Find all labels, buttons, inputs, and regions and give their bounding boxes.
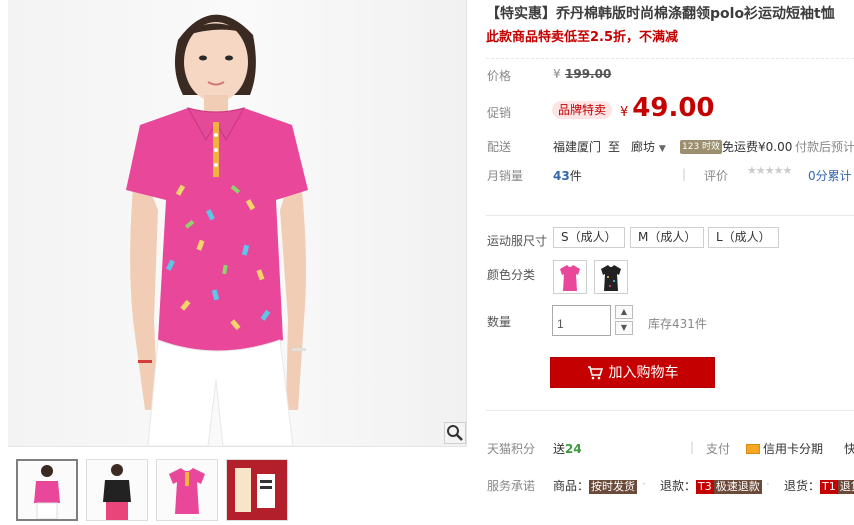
add-to-cart-button[interactable]: 加入购物车 xyxy=(550,357,715,388)
points-value: 24 xyxy=(565,442,582,456)
service-separator-2: · xyxy=(766,477,770,491)
payment-label: 支付 xyxy=(706,442,731,456)
service-refund-prefix: 退款： xyxy=(660,479,697,493)
size-option-l[interactable]: L（成人） xyxy=(708,227,779,248)
points-info: 送24 xyxy=(553,440,582,457)
payment-more: 快 xyxy=(844,442,854,456)
price-currency: ¥ xyxy=(553,67,561,81)
service-item-refund[interactable]: 退款： T3 极速退款 xyxy=(660,477,762,494)
add-to-cart-label: 加入购物车 xyxy=(608,365,679,381)
product-title: 【特实惠】乔丹棉韩版时尚棉涤翻领polo衫运动短袖t恤 xyxy=(486,6,835,22)
service-goods-tag: 按时发货 xyxy=(589,480,638,494)
service-refund-tag: 极速退款 xyxy=(713,480,762,494)
rating-stars-icon: ★★★★★ xyxy=(747,164,792,177)
color-label: 颜色分类 xyxy=(487,268,536,282)
credit-installment-label: 信用卡分期 xyxy=(763,442,824,456)
ship-to-word: 至 xyxy=(608,140,621,154)
size-label: 运动服尺寸 xyxy=(487,234,548,248)
ship-from[interactable]: 福建厦门 xyxy=(553,138,601,155)
zoom-button[interactable] xyxy=(444,422,466,444)
sales-label: 月销量 xyxy=(487,169,524,183)
size-option-s[interactable]: S（成人） xyxy=(553,227,625,248)
original-price: 199.00 xyxy=(565,67,612,81)
promo-currency: ¥ xyxy=(620,105,629,120)
review-label: 评价 xyxy=(704,169,729,183)
service-refund-code: T3 xyxy=(696,480,714,494)
service-goods-prefix: 商品： xyxy=(553,479,590,493)
shipping-fee: 免运费¥0.00 xyxy=(722,140,793,154)
delivery-time-badge: 123 时效 xyxy=(680,140,723,154)
shipping-label: 配送 xyxy=(487,140,512,154)
caret-up-icon: ▲ xyxy=(620,307,628,316)
service-item-return[interactable]: 退货：T1退货 xyxy=(784,477,854,494)
product-page: 【特实惠】乔丹棉韩版时尚棉涤翻领polo衫运动短袖t恤 此款商品特卖低至2.5折… xyxy=(0,0,854,525)
chevron-down-icon: ▼ xyxy=(658,144,666,154)
service-section xyxy=(486,410,854,525)
quantity-input[interactable] xyxy=(552,305,611,336)
model-photo xyxy=(126,14,308,446)
service-item-goods[interactable]: 商品： 按时发货 xyxy=(553,477,638,494)
sales-count: 43 xyxy=(553,169,570,183)
quantity-decrease-button[interactable]: ▼ xyxy=(615,321,633,335)
sales-divider: | xyxy=(682,167,687,181)
points-label: 天猫积分 xyxy=(487,442,536,456)
service-return-prefix: 退货： xyxy=(784,479,821,493)
thumbnail-label-tag xyxy=(227,460,287,520)
quantity-label: 数量 xyxy=(487,315,512,329)
points-divider: | xyxy=(690,440,695,454)
product-subtitle: 此款商品特卖低至2.5折，不满减 xyxy=(486,30,679,45)
quantity-increase-button[interactable]: ▲ xyxy=(615,305,633,319)
review-score[interactable]: 0分累计 xyxy=(808,167,852,184)
size-option-m[interactable]: M（成人） xyxy=(630,227,705,248)
main-product-image[interactable] xyxy=(8,0,467,446)
promo-price-value: 49.00 xyxy=(632,93,715,123)
thumbnail-strip xyxy=(8,446,467,525)
divider-1 xyxy=(486,215,854,216)
pink-shirt-icon xyxy=(560,265,580,291)
color-swatch-pink[interactable] xyxy=(553,260,587,294)
thumbnail-1[interactable] xyxy=(16,459,78,521)
price-label: 价格 xyxy=(487,69,512,83)
thumbnail-pink-model xyxy=(34,465,60,519)
stock-info: 库存431件 xyxy=(648,317,707,331)
thumbnail-pink-shirt xyxy=(169,468,205,514)
caret-down-icon: ▼ xyxy=(620,323,628,332)
ship-to: 廊坊 xyxy=(631,140,656,154)
service-return-tag: 退货 xyxy=(837,480,854,494)
thumbnail-2[interactable] xyxy=(86,459,148,521)
black-shirt-icon xyxy=(601,265,621,291)
credit-installment[interactable]: 信用卡分期 xyxy=(746,440,823,457)
promo-price: ¥49.00 xyxy=(620,93,715,123)
credit-card-icon xyxy=(746,444,760,454)
thumbnail-3[interactable] xyxy=(156,459,218,521)
service-label: 服务承诺 xyxy=(487,479,536,493)
price-info-box xyxy=(486,58,854,192)
promo-label: 促销 xyxy=(487,106,512,120)
sales-unit: 件 xyxy=(569,169,582,183)
service-separator-1: · xyxy=(642,477,646,491)
thumbnail-4[interactable] xyxy=(226,459,288,521)
magnifier-icon xyxy=(447,425,463,441)
service-return-code: T1 xyxy=(820,480,838,494)
ship-to-select[interactable]: 廊坊 ▼ xyxy=(631,138,666,155)
cart-icon xyxy=(587,361,603,391)
shipping-note: 付款后预计 xyxy=(795,140,854,154)
points-prefix: 送 xyxy=(553,442,566,456)
color-swatch-black[interactable] xyxy=(594,260,628,294)
promo-badge: 品牌特卖 xyxy=(552,101,613,119)
thumbnail-black-model xyxy=(103,464,131,520)
